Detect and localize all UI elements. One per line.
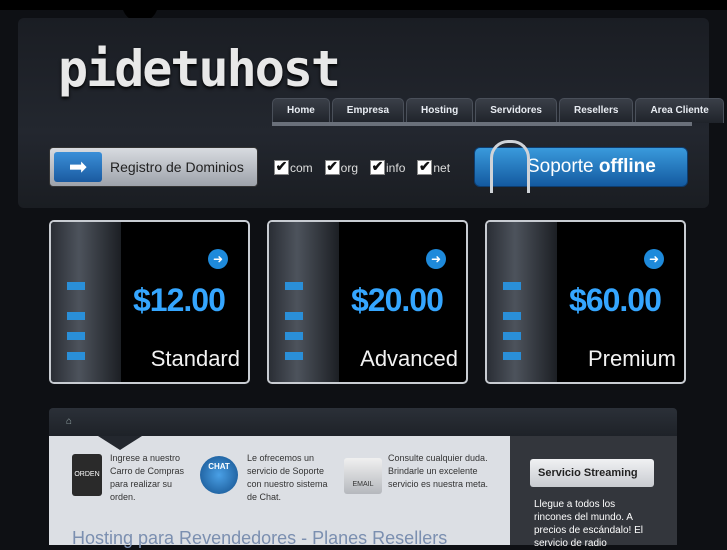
- plan-name: Standard: [150, 346, 240, 371]
- home-icon[interactable]: ⌂: [66, 416, 78, 428]
- checkbox-icon[interactable]: ✔: [324, 159, 340, 175]
- checkbox-icon[interactable]: ✔: [274, 159, 289, 175]
- tld-checkboxes: ✔ com ✔ org ✔ info ✔ net: [274, 159, 451, 175]
- nav-area-cliente[interactable]: Area Cliente: [635, 98, 724, 123]
- go-arrow-icon[interactable]: ➜: [426, 249, 446, 269]
- sidebar-text: Llegue a todos los rincones del mundo. A…: [534, 499, 643, 549]
- plan-name: Premium: [587, 346, 676, 371]
- domain-registration-label: Registro de Dominios: [110, 159, 244, 175]
- checkbox-icon[interactable]: ✔: [370, 159, 386, 175]
- shopping-bag-icon: ORDEN: [72, 454, 102, 496]
- headset-icon: [490, 140, 530, 193]
- support-label: Soporte offline: [527, 156, 656, 177]
- nav-underline: [272, 122, 692, 126]
- plan-name: Advanced: [360, 346, 458, 371]
- domain-registration-button[interactable]: ➡ Registro de Dominios: [49, 147, 258, 187]
- tld-label: info: [386, 161, 406, 175]
- feature-chat: Le ofrecemos un servicio de Soporte con …: [247, 453, 328, 502]
- nav-resellers[interactable]: Resellers: [558, 98, 634, 123]
- nav-hosting[interactable]: Hosting: [406, 98, 474, 123]
- server-rack-image: [269, 222, 339, 382]
- tld-org[interactable]: ✔ org: [324, 159, 359, 175]
- tld-net[interactable]: ✔ net: [417, 159, 451, 175]
- go-arrow-icon[interactable]: ➜: [208, 249, 228, 269]
- breadcrumb-bar: [49, 408, 677, 436]
- plan-card-standard[interactable]: ➜ $12.00 Standard: [49, 220, 250, 384]
- main-nav: Home Empresa Hosting Servidores Reseller…: [272, 98, 724, 123]
- top-bar: [0, 0, 727, 10]
- plan-price: $12.00: [133, 282, 226, 318]
- sidebar-title-box[interactable]: Servicio Streaming: [530, 459, 654, 487]
- chat-globe-icon: CHAT: [200, 456, 238, 494]
- email-icon: EMAIL: [344, 458, 382, 494]
- page-title: Hosting para Revendedores - Planes Resel…: [72, 528, 448, 548]
- tld-info[interactable]: ✔ info: [370, 159, 406, 175]
- plan-card-premium[interactable]: ➜ $60.00 Premium: [485, 220, 686, 384]
- hosting-plans: ➜ $12.00 Standard ➜ $20.00 Advanced ➜ $6…: [49, 220, 686, 384]
- nav-home[interactable]: Home: [272, 98, 330, 123]
- tld-label: net: [433, 161, 451, 175]
- nav-empresa[interactable]: Empresa: [331, 98, 405, 123]
- checkbox-icon[interactable]: ✔: [417, 159, 433, 175]
- tld-label: com: [290, 161, 313, 175]
- tld-label: org: [340, 161, 359, 175]
- server-rack-image: [51, 222, 121, 382]
- plan-card-advanced[interactable]: ➜ $20.00 Advanced: [267, 220, 468, 384]
- feature-cart: Ingrese a nuestro Carro de Compras para …: [110, 453, 185, 502]
- server-rack-image: [487, 222, 557, 382]
- plan-price: $20.00: [351, 282, 444, 318]
- arrow-right-icon: ➡: [54, 152, 102, 182]
- site-logo[interactable]: pidetuhost: [58, 40, 341, 98]
- plan-price: $60.00: [569, 282, 662, 318]
- go-arrow-icon[interactable]: ➜: [644, 249, 664, 269]
- nav-servidores[interactable]: Servidores: [475, 98, 557, 123]
- tld-com[interactable]: ✔ com: [274, 159, 313, 175]
- feature-email: Consulte cualquier duda. Brindarle un ex…: [388, 453, 489, 489]
